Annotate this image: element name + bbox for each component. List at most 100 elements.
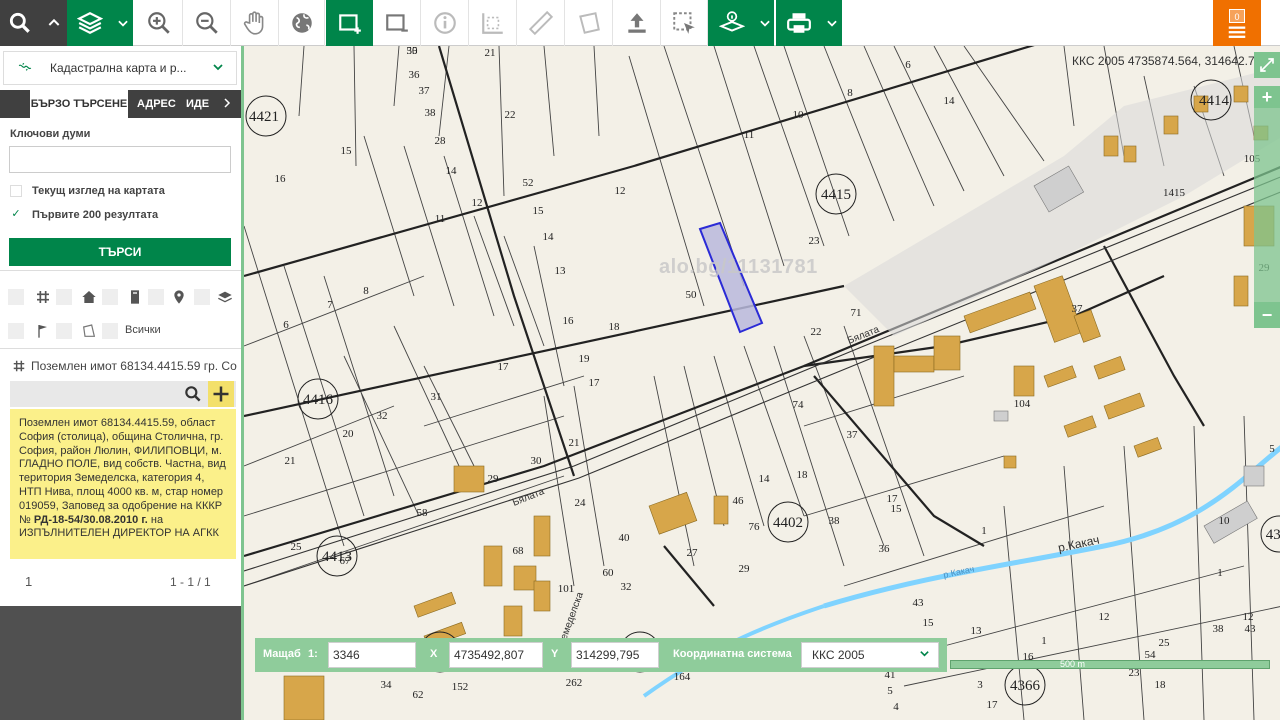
pager-page[interactable]: 1	[25, 574, 32, 589]
filter-checkbox[interactable]	[8, 323, 24, 339]
layers-icon[interactable]	[216, 288, 234, 306]
filter-row-2: Всички	[8, 322, 236, 342]
filter-checkbox[interactable]	[148, 289, 164, 305]
parcel-number: 12	[1099, 611, 1110, 623]
search-tabs: БЪРЗО ТЪРСЕНЕ АДРЕС ИДЕ	[0, 90, 241, 118]
filter-row-1	[8, 288, 236, 308]
y-coordinate-field[interactable]: 314299,795	[571, 642, 659, 668]
upload-icon[interactable]	[613, 0, 661, 46]
district-label: 4416	[303, 392, 334, 408]
search-button[interactable]: ТЪРСИ	[9, 238, 231, 266]
zoom-in-button[interactable]: +	[1254, 86, 1280, 108]
cadastral-map[interactable]: 4421 4415 4416 4413 4402 4366 4414 436 3…	[244, 46, 1280, 720]
parcel-number: 21	[485, 47, 496, 59]
district-label: 4415	[821, 187, 851, 203]
result-title[interactable]: Поземлен имот 68134.4415.59 гр. Со	[10, 356, 238, 378]
identify-layers-icon[interactable]	[708, 0, 756, 46]
print-icon[interactable]	[776, 0, 822, 46]
filter-checkbox[interactable]	[56, 289, 72, 305]
street-label: Бялата	[511, 486, 546, 509]
parcel-number: 58	[417, 507, 429, 519]
deselect-area-icon[interactable]	[373, 0, 421, 46]
ruler-icon[interactable]	[517, 0, 565, 46]
grid-icon[interactable]	[34, 288, 52, 306]
menu-icon[interactable]: 0	[1213, 0, 1261, 46]
zoom-in-icon[interactable]	[135, 0, 183, 46]
scale-bar-label: 500 m	[1060, 659, 1086, 669]
parcel-info: Поземлен имот 68134.4415.59, област Софи…	[10, 409, 236, 559]
plus-icon[interactable]	[208, 381, 234, 407]
layer-select[interactable]: Кадастрална карта и р...	[3, 51, 237, 85]
fullscreen-icon[interactable]	[1254, 52, 1280, 78]
info-icon[interactable]	[421, 0, 469, 46]
chevron-down-icon[interactable]	[113, 0, 133, 46]
house-icon[interactable]	[80, 288, 98, 306]
layers-icon[interactable]	[67, 0, 113, 46]
zoom-out-icon[interactable]	[183, 0, 231, 46]
building-icon[interactable]	[126, 288, 144, 306]
parcel-number: 31	[431, 391, 442, 403]
filter-checkbox[interactable]	[56, 323, 72, 339]
search-icon[interactable]	[0, 0, 40, 46]
tab-address[interactable]: АДРЕС	[137, 90, 176, 118]
parcel-number: 17	[987, 699, 999, 711]
parcel-number: 43	[1245, 623, 1257, 635]
tab-quick-search[interactable]: БЪРЗО ТЪРСЕНЕ	[30, 90, 128, 118]
current-view-checkbox[interactable]	[10, 185, 22, 197]
scale-label: Мащаб	[263, 648, 301, 660]
filter-checkbox[interactable]	[8, 289, 24, 305]
parcel-number: 52	[523, 177, 534, 189]
filter-checkbox[interactable]	[102, 289, 118, 305]
keywords-input[interactable]	[9, 146, 231, 173]
map-canvas[interactable]: 4421 4415 4416 4413 4402 4366 4414 436 3…	[241, 46, 1280, 720]
current-view-label: Текущ изглед на картата	[32, 185, 165, 197]
filter-checkbox[interactable]	[102, 323, 118, 339]
parcel-number: 13	[555, 265, 567, 277]
parcel-number: 10	[1219, 515, 1231, 527]
district-label: 4366	[1010, 678, 1041, 694]
filter-all-label: Всички	[125, 324, 161, 336]
filter-checkbox[interactable]	[194, 289, 210, 305]
chevron-down-icon[interactable]	[756, 0, 774, 46]
globe-icon[interactable]	[279, 0, 325, 46]
street-labels: р.Какач р.Какач Бялата Земеделска Бялата	[511, 324, 1101, 647]
status-bar: Мащаб 1: 3346 X 4735492,807 Y 314299,795…	[255, 638, 947, 672]
parcel-number: 12	[1243, 611, 1254, 623]
flag-icon[interactable]	[34, 322, 52, 340]
scale-input[interactable]: 3346	[328, 642, 416, 668]
parcel-number: 21	[285, 455, 296, 467]
x-coordinate-field[interactable]: 4735492,807	[449, 642, 543, 668]
parcel-number: 29	[488, 473, 500, 485]
parcel-number: 12	[472, 197, 483, 209]
polygon-icon[interactable]	[565, 0, 613, 46]
parcel-info-order: РД-18-54/30.08.2010 г.	[33, 513, 148, 526]
first-200-checkbox[interactable]: ✓	[10, 209, 22, 221]
zoom-slider[interactable]	[1254, 108, 1280, 328]
pager-range: 1 - 1 / 1	[170, 575, 211, 589]
parcel-number: 32	[377, 410, 388, 422]
polygon-icon[interactable]	[80, 322, 98, 340]
chevron-right-icon[interactable]	[221, 90, 233, 118]
chevron-up-icon[interactable]	[40, 0, 67, 46]
parcel-number: 101	[558, 583, 575, 595]
crs-select[interactable]: ККС 2005	[801, 642, 939, 668]
chevron-down-icon[interactable]	[822, 0, 842, 46]
pan-hand-icon[interactable]	[231, 0, 279, 46]
search-panel: Кадастрална карта и р... БЪРЗО ТЪРСЕНЕ А…	[0, 46, 241, 606]
parcel-number: 30	[531, 455, 543, 467]
parcel-number: 11	[435, 213, 446, 225]
search-icon[interactable]	[180, 381, 206, 407]
parcel-number: 32	[621, 581, 632, 593]
map-pin-icon[interactable]	[170, 288, 188, 306]
parcel-number: 1	[981, 525, 987, 537]
parcel-number: 12	[615, 185, 626, 197]
parcel-number: 40	[619, 532, 631, 544]
parcel-number: 11	[744, 129, 755, 141]
zoom-out-button[interactable]: −	[1254, 302, 1280, 328]
select-area-icon[interactable]	[326, 0, 373, 46]
parcel-number: 29	[739, 563, 751, 575]
select-box-icon[interactable]	[661, 0, 708, 46]
measure-area-icon[interactable]	[469, 0, 517, 46]
tab-identifier[interactable]: ИДЕ	[186, 90, 209, 118]
first-200-label: Първите 200 резултата	[32, 209, 159, 221]
